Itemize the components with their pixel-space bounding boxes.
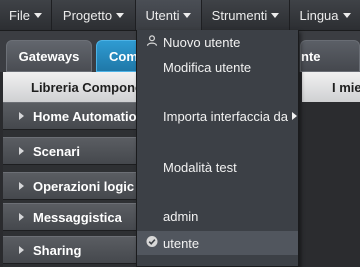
expand-arrow-icon — [19, 112, 24, 120]
submenu-arrow-icon — [292, 112, 298, 120]
chevron-down-icon — [116, 12, 125, 18]
tab-third[interactable]: nte — [300, 40, 360, 72]
menu-item-user-utente[interactable]: utente — [137, 231, 298, 255]
tab-gateways-label: Gateways — [18, 48, 80, 64]
menu-strumenti[interactable]: Strumenti — [202, 0, 290, 30]
chevron-down-icon — [33, 12, 42, 18]
tab-gateways[interactable]: Gateways — [6, 40, 92, 72]
section-label: Home Automatio — [33, 108, 137, 124]
expand-arrow-icon — [19, 213, 24, 221]
menu-item-label: admin — [163, 208, 199, 224]
check-icon — [146, 236, 158, 251]
menu-file[interactable]: File — [0, 0, 52, 30]
chevron-down-icon — [271, 12, 280, 18]
menu-item-importa-interfaccia[interactable]: Importa interfaccia da — [137, 104, 298, 128]
menu-item-label: utente — [163, 235, 200, 251]
menu-item-nuovo-utente[interactable]: Nuovo utente — [137, 30, 298, 54]
menu-utenti[interactable]: Utenti — [136, 0, 202, 30]
expand-arrow-icon — [19, 246, 24, 254]
menu-progetto[interactable]: Progetto — [52, 0, 136, 30]
menu-lingua-label: Lingua — [299, 7, 339, 23]
menu-strumenti-label: Strumenti — [211, 7, 268, 23]
chevron-down-icon — [183, 12, 192, 18]
menu-progetto-label: Progetto — [62, 7, 113, 23]
panel-header-mine: I mie — [302, 72, 360, 102]
panel-header-title: Libreria Compone — [31, 79, 143, 95]
expand-arrow-icon — [19, 182, 24, 190]
menu-item-modifica-utente[interactable]: Modifica utente — [137, 55, 298, 79]
panel-header-mine-title: I mie — [332, 79, 360, 95]
expand-arrow-icon — [19, 147, 24, 155]
section-label: Scenari — [33, 143, 80, 159]
menu-item-user-admin[interactable]: admin — [137, 204, 298, 228]
menu-bar: File Progetto Utenti Strumenti Lingua — [0, 0, 360, 31]
section-label: Sharing — [33, 242, 82, 258]
utenti-dropdown-menu: Nuovo utente Modifica utente Importa int… — [136, 30, 299, 267]
menu-item-label: Importa interfaccia da — [163, 108, 289, 124]
menu-item-label: Modifica utente — [163, 59, 252, 75]
menu-lingua[interactable]: Lingua — [290, 0, 360, 30]
chevron-down-icon — [342, 12, 351, 18]
menu-file-label: File — [9, 7, 30, 23]
tab-third-label: nte — [301, 48, 321, 64]
section-label: Messaggistica — [33, 209, 122, 225]
tab-componenti-label: Com — [109, 48, 138, 64]
menu-utenti-label: Utenti — [145, 7, 180, 23]
section-label: Operazioni logic — [33, 178, 135, 194]
right-panel-body — [302, 102, 360, 267]
user-icon — [146, 35, 158, 50]
menu-item-label: Modalità test — [163, 159, 237, 175]
menu-item-modalita-test[interactable]: Modalità test — [137, 155, 298, 179]
menu-item-label: Nuovo utente — [163, 34, 241, 50]
